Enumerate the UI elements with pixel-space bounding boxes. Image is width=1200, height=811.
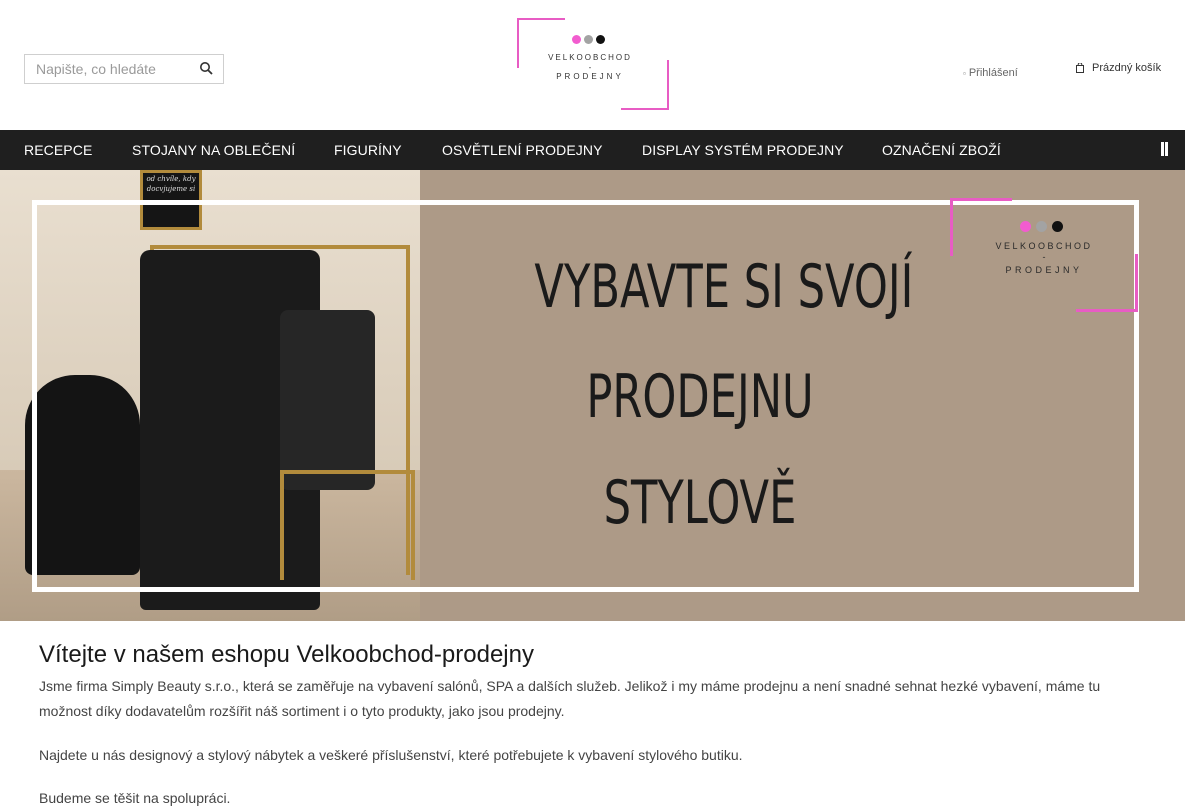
logo-dot-black [596, 35, 605, 44]
cart-label: Prázdný košík [1092, 62, 1162, 74]
banner-logo-line2: - [1042, 252, 1046, 262]
login-label: Přihlášení [968, 67, 1018, 79]
nav-item-recepce[interactable]: RECEPCE [24, 142, 92, 158]
logo-dot-pink [572, 35, 581, 44]
banner-logo-dots [1020, 221, 1063, 232]
main-navigation: RECEPCE STOJANY NA OBLEČENÍ FIGURÍNY OSV… [0, 130, 1185, 170]
site-header: VELKOOBCHOD - PRODEJNY ▫ Přihlášení Práz… [0, 0, 1200, 130]
login-link[interactable]: ▫ Přihlášení [963, 67, 1018, 79]
logo-text-line1: VELKOOBCHOD [548, 53, 632, 62]
cart-icon [1076, 63, 1084, 73]
banner-headline-line2: PRODEJNU [586, 362, 814, 432]
search-input[interactable] [25, 55, 193, 83]
main-content: Vítejte v našem eshopu Velkoobchod-prode… [39, 639, 1139, 811]
logo-text-line3: PRODEJNY [556, 72, 624, 81]
banner-headline-line3: STYLOVĚ [603, 468, 797, 538]
nav-item-oznaceni-zbozi[interactable]: OZNAČENÍ ZBOŽÍ [882, 142, 1001, 158]
site-logo[interactable]: VELKOOBCHOD - PRODEJNY [517, 18, 669, 110]
page-title: Vítejte v našem eshopu Velkoobchod-prode… [39, 641, 534, 668]
banner-logo-line3: PRODEJNY [1005, 265, 1083, 275]
banner-logo-corner-bottom-right [1076, 254, 1138, 312]
banner-headline-line1: VYBAVTE SI SVOJÍ [534, 252, 914, 322]
menu-more-icon[interactable] [1159, 140, 1171, 158]
furniture-paragraph: Najdete u nás designový a stylový nábyte… [39, 747, 743, 763]
framed-quote-text: od chvíle, kdy docvjujeme si [146, 175, 196, 193]
nav-item-display-system[interactable]: DISPLAY SYSTÉM PRODEJNY [642, 142, 844, 158]
intro-paragraph: Jsme firma Simply Beauty s.r.o., která s… [39, 678, 1101, 719]
nav-item-figuriny[interactable]: FIGURÍNY [334, 142, 402, 158]
search-icon[interactable] [199, 61, 215, 77]
nav-item-stojany[interactable]: STOJANY NA OBLEČENÍ [132, 142, 295, 158]
hero-banner[interactable]: od chvíle, kdy docvjujeme si VELKOOBCHOD… [0, 170, 1185, 621]
nav-item-osvetleni[interactable]: OSVĚTLENÍ PRODEJNY [442, 142, 603, 158]
closing-paragraph: Budeme se těšit na spolupráci. [39, 790, 231, 806]
logo-dots [572, 35, 605, 44]
cart-link[interactable]: Prázdný košík [1076, 62, 1161, 74]
logo-text-line2: - [588, 63, 592, 72]
user-icon: ▫ [963, 68, 966, 78]
logo-dot-grey [584, 35, 593, 44]
search-box [24, 54, 224, 84]
banner-logo-line1: VELKOOBCHOD [995, 241, 1093, 251]
